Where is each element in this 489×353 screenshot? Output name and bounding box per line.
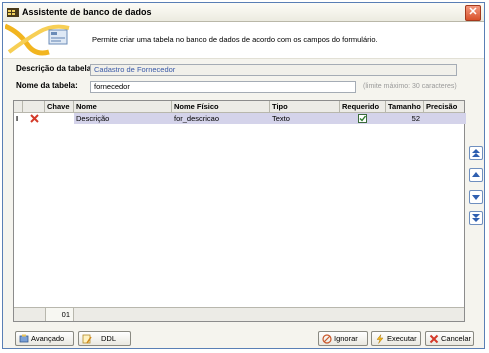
cell-nome[interactable]: Descrição <box>74 113 172 124</box>
wizard-logo-icon <box>5 23 70 56</box>
cancelar-label: Cancelar <box>441 334 472 343</box>
move-last-button[interactable] <box>469 211 483 225</box>
cancelar-button[interactable]: Cancelar <box>425 331 474 346</box>
window-title: Assistente de banco de dados <box>22 7 152 17</box>
column-header-precisao[interactable]: Precisão <box>424 101 465 112</box>
cell-nome-fisico[interactable]: for_descricao <box>172 113 270 124</box>
avancado-button[interactable]: Avançado <box>15 331 74 346</box>
move-down-button[interactable] <box>469 190 483 204</box>
move-first-icon <box>472 149 480 157</box>
nome-input[interactable]: fornecedor <box>90 81 356 93</box>
column-header-nome-fisico[interactable]: Nome Físico <box>172 101 270 112</box>
executar-button[interactable]: Executar <box>371 331 421 346</box>
dialog-window: Assistente de banco de dados ✕ Permite c… <box>2 2 485 349</box>
ddl-label: DDL <box>101 334 117 343</box>
ignorar-label: Ignorar <box>334 334 358 343</box>
cell-tipo[interactable]: Texto <box>270 113 340 124</box>
descricao-label: Descrição da tabela: <box>16 64 94 73</box>
delete-icon <box>30 114 39 123</box>
grid-footer: 01 <box>14 307 464 321</box>
move-up-button[interactable] <box>469 168 483 182</box>
move-up-icon <box>472 172 480 177</box>
column-header-chave[interactable]: Chave <box>45 101 74 112</box>
delete-column <box>23 101 45 112</box>
execute-lightning-icon <box>376 334 384 344</box>
cell-requerido[interactable] <box>340 113 386 124</box>
database-icon <box>7 8 19 17</box>
ignorar-button[interactable]: Ignorar <box>318 331 368 346</box>
move-last-icon <box>472 214 480 222</box>
fields-grid[interactable]: Chave Nome Nome Físico Tipo Requerido Ta… <box>13 100 466 322</box>
ddl-script-icon <box>82 334 92 344</box>
delete-row-button[interactable] <box>23 113 45 124</box>
table-row[interactable]: I Descrição for_descricao Texto 52 <box>14 113 466 124</box>
row-count: 01 <box>45 308 74 321</box>
advanced-settings-icon <box>19 334 29 343</box>
ignore-icon <box>322 334 332 344</box>
requerido-checkbox[interactable] <box>358 114 367 123</box>
nome-label: Nome da tabela: <box>16 81 78 90</box>
executar-label: Executar <box>387 334 417 343</box>
banner-description: Permite criar uma tabela no banco de dad… <box>92 35 378 44</box>
close-icon: ✕ <box>468 6 478 18</box>
descricao-field: Cadastro de Fornecedor <box>90 64 457 76</box>
row-indicator: I <box>16 114 19 123</box>
cell-precisao[interactable] <box>424 113 465 124</box>
nome-hint: (limite máximo: 30 caracteres) <box>363 83 457 90</box>
avancado-label: Avançado <box>31 334 65 343</box>
column-header-tipo[interactable]: Tipo <box>270 101 340 112</box>
cancel-icon <box>429 334 439 344</box>
column-header-tamanho[interactable]: Tamanho <box>386 101 424 112</box>
column-header-requerido[interactable]: Requerido <box>340 101 386 112</box>
move-down-icon <box>472 195 480 200</box>
indicator-column <box>14 101 23 112</box>
column-header-nome[interactable]: Nome <box>74 101 172 112</box>
ddl-button[interactable]: DDL <box>78 331 131 346</box>
header-banner: Permite criar uma tabela no banco de dad… <box>3 22 484 59</box>
title-bar: Assistente de banco de dados ✕ <box>3 3 484 22</box>
close-button[interactable]: ✕ <box>465 5 481 21</box>
move-first-button[interactable] <box>469 146 483 160</box>
cell-tamanho[interactable]: 52 <box>386 113 424 124</box>
grid-header: Chave Nome Nome Físico Tipo Requerido Ta… <box>14 101 464 113</box>
cell-chave[interactable] <box>45 113 74 124</box>
